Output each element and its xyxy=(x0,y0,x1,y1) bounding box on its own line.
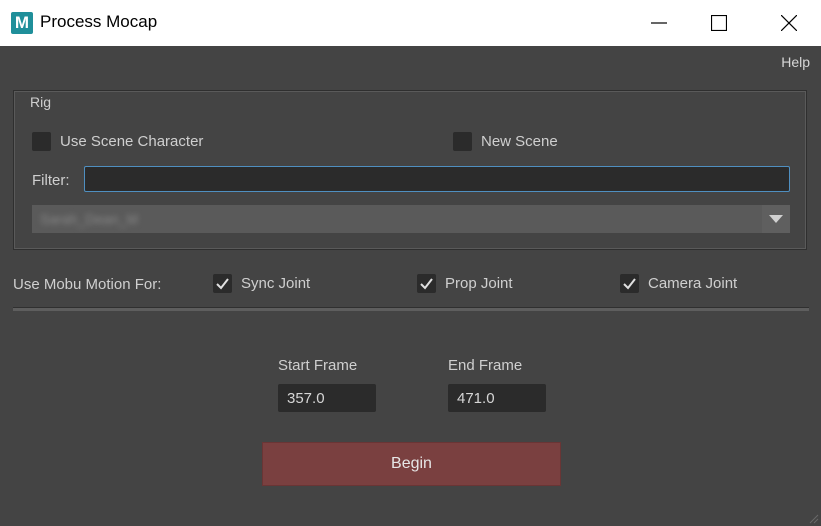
checkbox-box[interactable] xyxy=(32,132,51,151)
minimize-button[interactable] xyxy=(629,0,689,46)
dropdown-selected-value: Sarah_Dean_M xyxy=(40,211,139,227)
end-frame-field[interactable] xyxy=(448,384,546,412)
separator xyxy=(13,307,809,311)
sync-joint-label: Sync Joint xyxy=(241,275,311,292)
checkmark-icon xyxy=(623,278,636,290)
end-frame-label: End Frame xyxy=(448,357,523,374)
window-title: Process Mocap xyxy=(40,12,158,31)
use-scene-character-label: Use Scene Character xyxy=(60,133,204,150)
dropdown-arrow-button[interactable] xyxy=(762,205,790,233)
checkbox-box[interactable] xyxy=(213,274,232,293)
camera-joint-checkbox[interactable]: Camera Joint xyxy=(620,274,737,293)
prop-joint-checkbox[interactable]: Prop Joint xyxy=(417,274,513,293)
chevron-down-icon xyxy=(769,215,783,223)
checkbox-box[interactable] xyxy=(453,132,472,151)
new-scene-checkbox[interactable]: New Scene xyxy=(453,132,558,151)
sync-joint-checkbox[interactable]: Sync Joint xyxy=(213,274,310,293)
filter-input[interactable] xyxy=(84,166,790,192)
close-button[interactable] xyxy=(759,0,819,46)
character-dropdown[interactable]: Sarah_Dean_M xyxy=(32,205,790,233)
checkmark-icon xyxy=(216,278,229,290)
camera-joint-label: Camera Joint xyxy=(648,275,738,292)
start-frame-field[interactable] xyxy=(278,384,376,412)
prop-joint-label: Prop Joint xyxy=(445,275,513,292)
help-menu[interactable]: Help xyxy=(781,54,810,70)
rig-group-title: Rig xyxy=(30,94,52,110)
start-frame-label: Start Frame xyxy=(278,357,358,374)
maximize-icon xyxy=(711,15,727,31)
checkbox-box[interactable] xyxy=(620,274,639,293)
checkmark-icon xyxy=(420,278,433,290)
checkbox-box[interactable] xyxy=(417,274,436,293)
use-scene-character-checkbox[interactable]: Use Scene Character xyxy=(32,132,203,151)
begin-button[interactable]: Begin xyxy=(262,442,561,486)
minimize-icon xyxy=(651,22,667,24)
title-bar: M Process Mocap xyxy=(0,0,821,46)
mobu-motion-label: Use Mobu Motion For: xyxy=(13,276,162,293)
close-icon xyxy=(781,15,797,31)
maximize-button[interactable] xyxy=(689,0,749,46)
maya-app-icon: M xyxy=(11,12,33,34)
resize-grip-icon[interactable] xyxy=(807,512,819,524)
filter-label: Filter: xyxy=(32,172,70,189)
new-scene-label: New Scene xyxy=(481,133,558,150)
